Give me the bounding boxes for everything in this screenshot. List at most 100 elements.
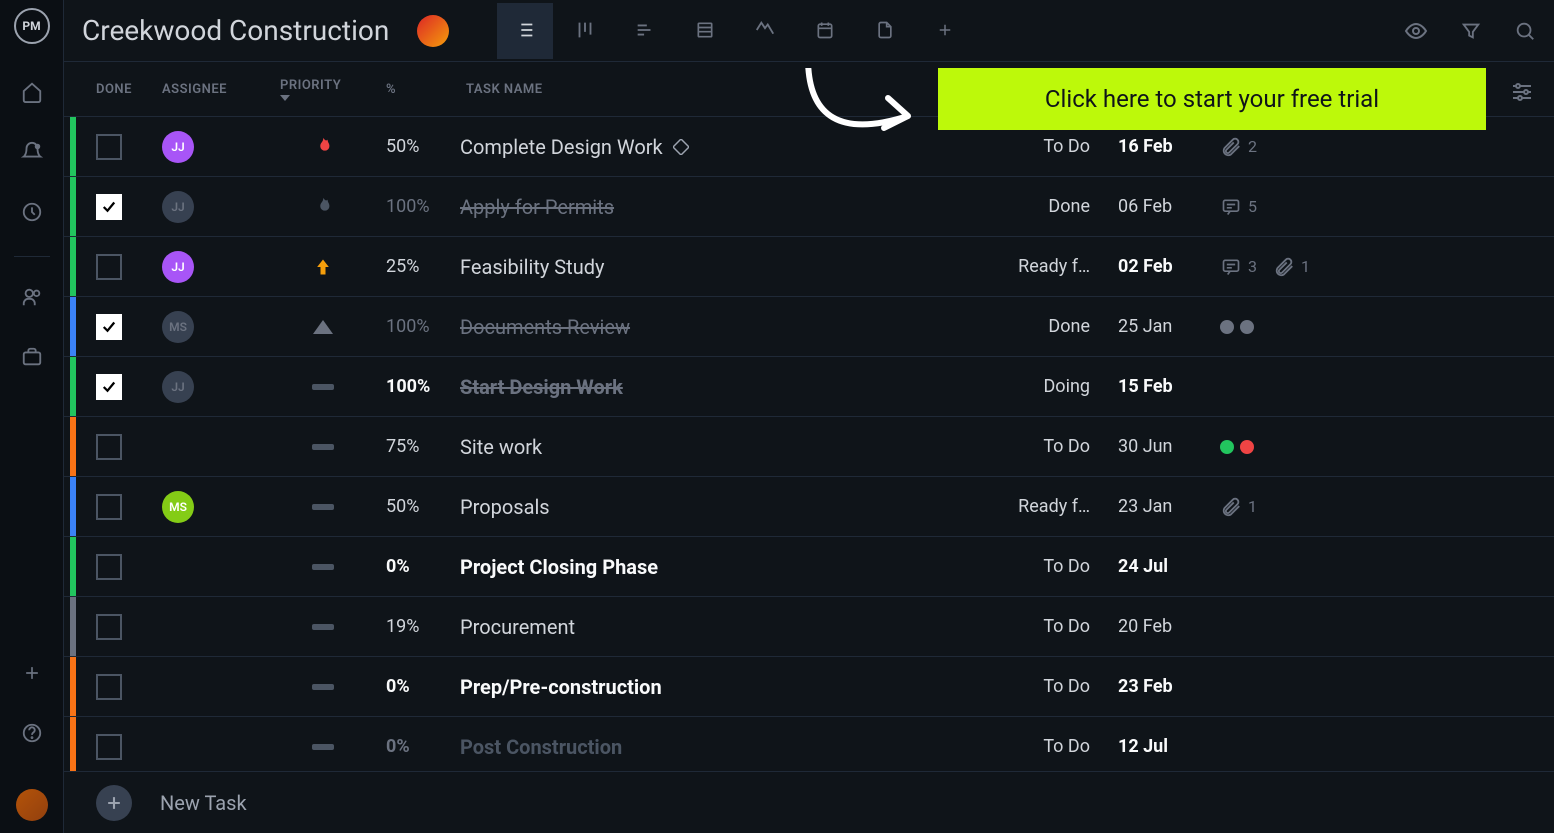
done-checkbox[interactable] — [96, 734, 122, 760]
percent-complete[interactable]: 50% — [386, 496, 460, 517]
percent-complete[interactable]: 100% — [386, 196, 460, 217]
task-date[interactable]: 06 Feb — [1090, 196, 1200, 217]
task-row[interactable]: JJ100%Start Design WorkDoing15 Feb — [64, 356, 1554, 416]
priority-indicator[interactable] — [280, 320, 386, 334]
assignee-avatar[interactable]: JJ — [162, 371, 194, 403]
task-status[interactable]: Ready f… — [980, 256, 1090, 277]
home-icon[interactable] — [12, 72, 52, 112]
comments-count[interactable]: 3 — [1220, 257, 1257, 277]
tag-indicators[interactable] — [1220, 320, 1254, 334]
task-name[interactable]: Apply for Permits — [460, 195, 980, 219]
task-row[interactable]: 0%Post ConstructionTo Do12 Jul — [64, 716, 1554, 771]
task-status[interactable]: To Do — [980, 736, 1090, 757]
task-date[interactable]: 20 Feb — [1090, 616, 1200, 637]
task-row[interactable]: 75%Site workTo Do30 Jun — [64, 416, 1554, 476]
done-checkbox[interactable] — [96, 374, 122, 400]
task-name[interactable]: Prep/Pre-construction — [460, 675, 980, 699]
col-header-priority[interactable]: PRIORITY — [280, 78, 386, 101]
add-icon[interactable] — [12, 653, 52, 693]
app-logo[interactable]: PM — [14, 8, 50, 44]
priority-indicator[interactable] — [280, 504, 386, 510]
done-checkbox[interactable] — [96, 194, 122, 220]
sheet-view-tab[interactable] — [677, 3, 733, 59]
priority-indicator[interactable] — [280, 744, 386, 750]
task-date[interactable]: 16 Feb — [1090, 136, 1200, 157]
task-date[interactable]: 12 Jul — [1090, 736, 1200, 757]
assignee-avatar[interactable]: MS — [162, 491, 194, 523]
priority-indicator[interactable] — [280, 136, 386, 158]
done-checkbox[interactable] — [96, 314, 122, 340]
add-view-tab[interactable] — [917, 3, 973, 59]
board-view-tab[interactable] — [557, 3, 613, 59]
task-date[interactable]: 15 Feb — [1090, 376, 1200, 397]
task-status[interactable]: Done — [980, 316, 1090, 337]
task-name[interactable]: Documents Review — [460, 315, 980, 339]
task-row[interactable]: 19%ProcurementTo Do20 Feb — [64, 596, 1554, 656]
task-name[interactable]: Feasibility Study — [460, 255, 980, 279]
add-task-button[interactable] — [96, 785, 132, 821]
col-header-assignee[interactable]: ASSIGNEE — [162, 82, 280, 97]
help-icon[interactable] — [12, 713, 52, 753]
task-name[interactable]: Proposals — [460, 495, 980, 519]
percent-complete[interactable]: 0% — [386, 736, 460, 757]
task-status[interactable]: To Do — [980, 616, 1090, 637]
task-name[interactable]: Procurement — [460, 615, 980, 639]
percent-complete[interactable]: 50% — [386, 136, 460, 157]
percent-complete[interactable]: 75% — [386, 436, 460, 457]
task-row[interactable]: JJ 25%Feasibility StudyReady f…02 Feb 31 — [64, 236, 1554, 296]
task-status[interactable]: Done — [980, 196, 1090, 217]
task-status[interactable]: To Do — [980, 556, 1090, 577]
task-row[interactable]: MS50%ProposalsReady f…23 Jan1 — [64, 476, 1554, 536]
attachments-count[interactable]: 2 — [1220, 136, 1257, 158]
task-name[interactable]: Complete Design Work — [460, 135, 980, 159]
percent-complete[interactable]: 19% — [386, 616, 460, 637]
project-owner-avatar[interactable] — [417, 15, 449, 47]
task-status[interactable]: To Do — [980, 436, 1090, 457]
priority-indicator[interactable] — [280, 684, 386, 690]
task-status[interactable]: To Do — [980, 676, 1090, 697]
task-date[interactable]: 24 Jul — [1090, 556, 1200, 577]
task-date[interactable]: 25 Jan — [1090, 316, 1200, 337]
user-avatar[interactable] — [16, 789, 48, 821]
task-date[interactable]: 23 Feb — [1090, 676, 1200, 697]
done-checkbox[interactable] — [96, 494, 122, 520]
assignee-avatar[interactable]: MS — [162, 311, 194, 343]
percent-complete[interactable]: 25% — [386, 256, 460, 277]
done-checkbox[interactable] — [96, 674, 122, 700]
done-checkbox[interactable] — [96, 434, 122, 460]
task-row[interactable]: 0%Project Closing PhaseTo Do24 Jul — [64, 536, 1554, 596]
task-row[interactable]: JJ 100%Apply for PermitsDone06 Feb 5 — [64, 176, 1554, 236]
project-title[interactable]: Creekwood Construction — [82, 14, 389, 47]
gantt-view-tab[interactable] — [617, 3, 673, 59]
task-name[interactable]: Start Design Work — [460, 375, 980, 399]
percent-complete[interactable]: 100% — [386, 376, 460, 397]
task-date[interactable]: 30 Jun — [1090, 436, 1200, 457]
task-row[interactable]: 0%Prep/Pre-constructionTo Do23 Feb — [64, 656, 1554, 716]
assignee-avatar[interactable]: JJ — [162, 251, 194, 283]
notifications-icon[interactable] — [12, 132, 52, 172]
priority-indicator[interactable] — [280, 564, 386, 570]
priority-indicator[interactable] — [280, 624, 386, 630]
done-checkbox[interactable] — [96, 614, 122, 640]
percent-complete[interactable]: 100% — [386, 316, 460, 337]
priority-indicator[interactable] — [280, 196, 386, 218]
recent-icon[interactable] — [12, 192, 52, 232]
col-header-done[interactable]: DONE — [96, 82, 162, 97]
done-checkbox[interactable] — [96, 554, 122, 580]
task-date[interactable]: 02 Feb — [1090, 256, 1200, 277]
done-checkbox[interactable] — [96, 134, 122, 160]
files-view-tab[interactable] — [857, 3, 913, 59]
priority-indicator[interactable] — [280, 444, 386, 450]
tag-indicators[interactable] — [1220, 440, 1254, 454]
attachments-count[interactable]: 1 — [1220, 496, 1257, 518]
comments-count[interactable]: 5 — [1220, 197, 1257, 217]
calendar-view-tab[interactable] — [797, 3, 853, 59]
list-view-tab[interactable] — [497, 3, 553, 59]
filter-icon[interactable] — [1460, 20, 1482, 42]
assignee-avatar[interactable]: JJ — [162, 191, 194, 223]
team-icon[interactable] — [12, 277, 52, 317]
attachments-count[interactable]: 1 — [1273, 256, 1310, 278]
task-name[interactable]: Post Construction — [460, 735, 980, 759]
task-row[interactable]: MS 100%Documents ReviewDone25 Jan — [64, 296, 1554, 356]
task-date[interactable]: 23 Jan — [1090, 496, 1200, 517]
